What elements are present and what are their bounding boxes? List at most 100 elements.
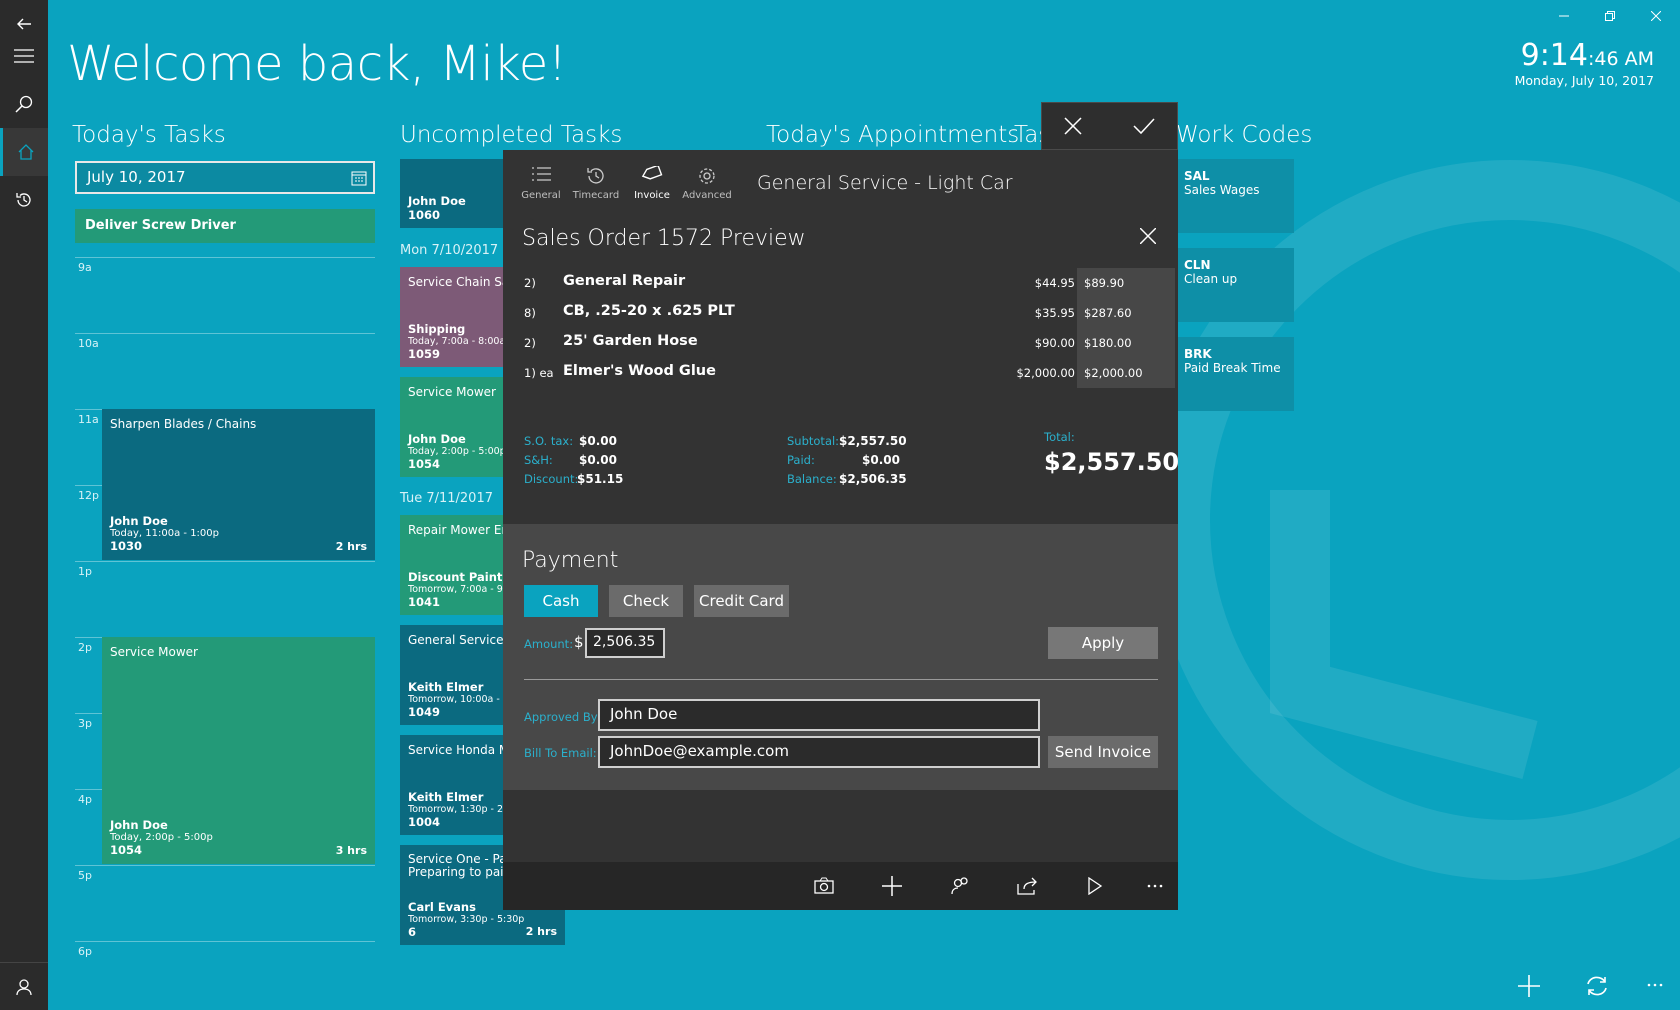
dialog-actions [1041,102,1178,150]
task-time: Tomorrow, 3:30p - 5:30p [408,914,525,925]
date-picker[interactable]: July 10, 2017 [75,161,375,194]
list-icon [515,166,567,190]
cash-button[interactable]: Cash [524,585,598,617]
play-icon[interactable] [1061,862,1129,910]
contacts-icon[interactable] [926,862,994,910]
total-block: Total: $2,557.50 [1044,430,1179,476]
payment-heading: Payment [522,548,619,573]
restore-icon[interactable] [1587,0,1633,32]
work-code-card[interactable]: BRK Paid Break Time [1178,337,1294,411]
work-code: CLN [1184,258,1211,272]
tab-label: Invoice [634,190,670,201]
approved-by-input[interactable]: John Doe [598,699,1040,731]
line-item[interactable]: 2) General Repair $44.95 $89.90 [503,268,1178,298]
event-title: Service Mower [110,645,198,659]
user-icon[interactable] [0,962,48,1010]
line-desc: CB, .25-20 x .625 PLT [563,303,735,319]
dialog-title: Sales Order 1572 Preview [522,226,806,251]
cancel-icon[interactable] [1064,117,1082,135]
task-item[interactable]: Deliver Screw Driver [75,209,375,243]
close-window-icon[interactable] [1633,0,1679,32]
accept-check-icon[interactable] [1133,117,1155,135]
clock-seconds: :46 AM [1587,48,1654,70]
add-icon[interactable] [1518,975,1540,997]
home-icon[interactable] [0,128,48,176]
event-card[interactable]: Sharpen Blades / Chains John Doe Today, … [102,409,375,560]
hour-label: 5p [78,869,92,882]
hamburger-menu-icon[interactable] [0,32,48,80]
apply-button[interactable]: Apply [1048,627,1158,659]
event-person: John Doe [110,514,168,528]
payment-section: Payment Cash Check Credit Card Amount: $… [503,524,1178,790]
day-label: Mon 7/10/2017 [400,243,499,258]
line-item[interactable]: 2) 25' Garden Hose $90.00 $180.00 [503,328,1178,358]
clock-time: 9:14 [1520,38,1588,73]
discount-label: Discount: [524,472,579,486]
hour-divider [75,561,375,562]
summary-left: S.O. tax: $0.00 S&H: $0.00 Discount:$51.15 [524,431,623,488]
more-icon[interactable] [1121,862,1189,910]
tag-icon [626,166,678,190]
event-duration: 3 hrs [335,844,367,857]
task-person: John Doe [408,432,466,446]
line-total: $180.00 [1084,336,1132,350]
date-picker-value: July 10, 2017 [87,168,186,186]
welcome-heading: Welcome back, Mike! [67,36,567,92]
sync-icon[interactable] [1585,975,1609,997]
line-item[interactable]: 8) CB, .25-20 x .625 PLT $35.95 $287.60 [503,298,1178,328]
share-icon[interactable] [993,862,1061,910]
hour-label: 3p [78,717,92,730]
tab-timecard[interactable]: Timecard [570,166,622,201]
hour-divider [75,257,375,258]
task-duration: 2 hrs [525,925,557,938]
add-icon[interactable] [858,862,926,910]
work-code-label: Clean up [1184,272,1238,286]
credit-card-button[interactable]: Credit Card [694,585,789,617]
hour-divider [75,941,375,942]
more-icon[interactable] [1647,983,1663,987]
task-number: 1004 [408,815,441,829]
paid-label: Paid: [787,453,815,467]
work-code-card[interactable]: CLN Clean up [1178,248,1294,322]
event-duration: 2 hrs [335,540,367,553]
tab-general[interactable]: General [515,166,567,201]
so-tax-label: S.O. tax: [524,434,574,448]
tab-advanced[interactable]: Advanced [681,166,733,201]
day-label: Tue 7/11/2017 [400,491,493,506]
search-icon[interactable] [0,80,48,128]
approved-by-label: Approved By: [524,710,601,724]
work-code: SAL [1184,169,1210,183]
event-number: 1030 [110,539,143,553]
tab-label: Advanced [682,190,732,201]
check-button[interactable]: Check [609,585,683,617]
line-item[interactable]: 1) ea Elmer's Wood Glue $2,000.00 $2,000… [503,358,1178,388]
amount-input[interactable]: 2,506.35 [585,628,665,658]
total-value: $2,557.50 [1044,448,1180,476]
task-number: 1054 [408,457,441,471]
close-icon[interactable] [1140,228,1156,244]
task-time: Tomorrow, 1:30p - 2:0 [408,804,513,815]
bill-to-email-input[interactable]: JohnDoe@example.com [598,736,1040,768]
hour-divider [75,333,375,334]
work-code: BRK [1184,347,1212,361]
event-card[interactable]: Service Mower John Doe Today, 2:00p - 5:… [102,637,375,864]
bill-to-email-label: Bill To Email: [524,746,597,760]
hour-label: 11a [78,413,99,426]
clock-date: Monday, July 10, 2017 [1514,73,1654,88]
task-person: John Doe [408,194,466,208]
task-person: Keith Elmer [408,680,484,694]
line-qty: 1) ea [524,366,554,380]
subtotal-label: Subtotal: [787,434,840,448]
subtotal-value: $2,557.50 [839,434,907,448]
task-person: Shipping [408,322,466,336]
hour-divider [75,865,375,866]
work-code-card[interactable]: SAL Sales Wages [1178,159,1294,233]
camera-icon[interactable] [790,862,858,910]
task-time: Today, 2:00p - 5:00p [408,446,506,457]
send-invoice-button[interactable]: Send Invoice [1048,736,1158,768]
minimize-icon[interactable] [1541,0,1587,32]
tab-invoice[interactable]: Invoice [626,166,678,201]
amount-label: Amount: [524,637,574,651]
history-icon[interactable] [0,176,48,224]
dialog-command-bar [503,862,1178,910]
